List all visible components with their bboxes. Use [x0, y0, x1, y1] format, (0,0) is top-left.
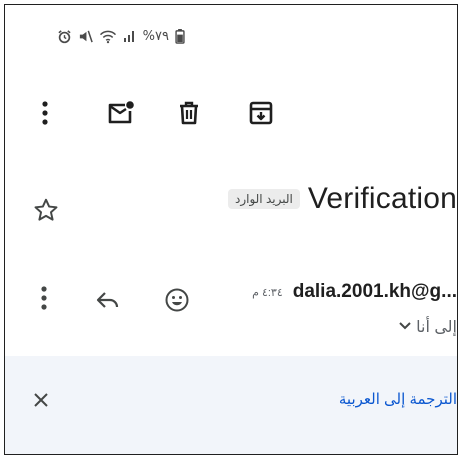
- email-subject: Verification: [307, 182, 457, 215]
- recipient-text: إلى أنا: [416, 319, 457, 336]
- signal-icon: [123, 29, 137, 43]
- inbox-label-chip[interactable]: البريد الوارد: [227, 189, 300, 209]
- more-vert-icon: [40, 285, 48, 316]
- email-view-screen: %٧٩ البريد الوارد Verification ٤:٣٤ م da…: [4, 4, 458, 455]
- reply-button[interactable]: [91, 285, 125, 319]
- sender-line: ٤:٣٤ م dalia.2001.kh@g...: [252, 281, 457, 303]
- sender-row: ٤:٣٤ م dalia.2001.kh@g... إلى أنا: [5, 273, 457, 343]
- translate-bar: الترجمة إلى العربية: [5, 356, 457, 454]
- action-toolbar: [5, 93, 457, 137]
- emoji-smile-icon: [164, 287, 190, 318]
- mark-unread-icon: [107, 100, 135, 126]
- delete-icon: [178, 100, 200, 126]
- alarm-icon: [57, 29, 72, 44]
- star-button[interactable]: [29, 195, 63, 229]
- delete-button[interactable]: [169, 93, 209, 133]
- more-vert-icon: [41, 100, 49, 126]
- chevron-down-icon: [398, 318, 412, 336]
- sender-address[interactable]: dalia.2001.kh@g...: [293, 281, 457, 303]
- translate-to-arabic-link[interactable]: الترجمة إلى العربية: [339, 390, 457, 408]
- status-bar: %٧٩: [57, 25, 185, 47]
- wifi-icon: [99, 29, 117, 44]
- battery-percent: %٧٩: [142, 28, 170, 44]
- email-time: ٤:٣٤ م: [252, 286, 283, 299]
- archive-icon: [249, 100, 273, 126]
- reply-icon: [96, 290, 120, 315]
- more-options-button[interactable]: [25, 93, 65, 133]
- mark-unread-button[interactable]: [101, 93, 141, 133]
- archive-button[interactable]: [241, 93, 281, 133]
- message-more-button[interactable]: [29, 283, 59, 317]
- close-translate-button[interactable]: [27, 388, 55, 416]
- emoji-reaction-button[interactable]: [160, 285, 194, 319]
- close-icon: [32, 391, 50, 414]
- star-outline-icon: [33, 197, 59, 228]
- subject-row: البريد الوارد Verification: [227, 177, 457, 221]
- recipient-details-toggle[interactable]: إلى أنا: [398, 317, 457, 337]
- mute-icon: [78, 29, 93, 44]
- battery-icon: [175, 28, 185, 44]
